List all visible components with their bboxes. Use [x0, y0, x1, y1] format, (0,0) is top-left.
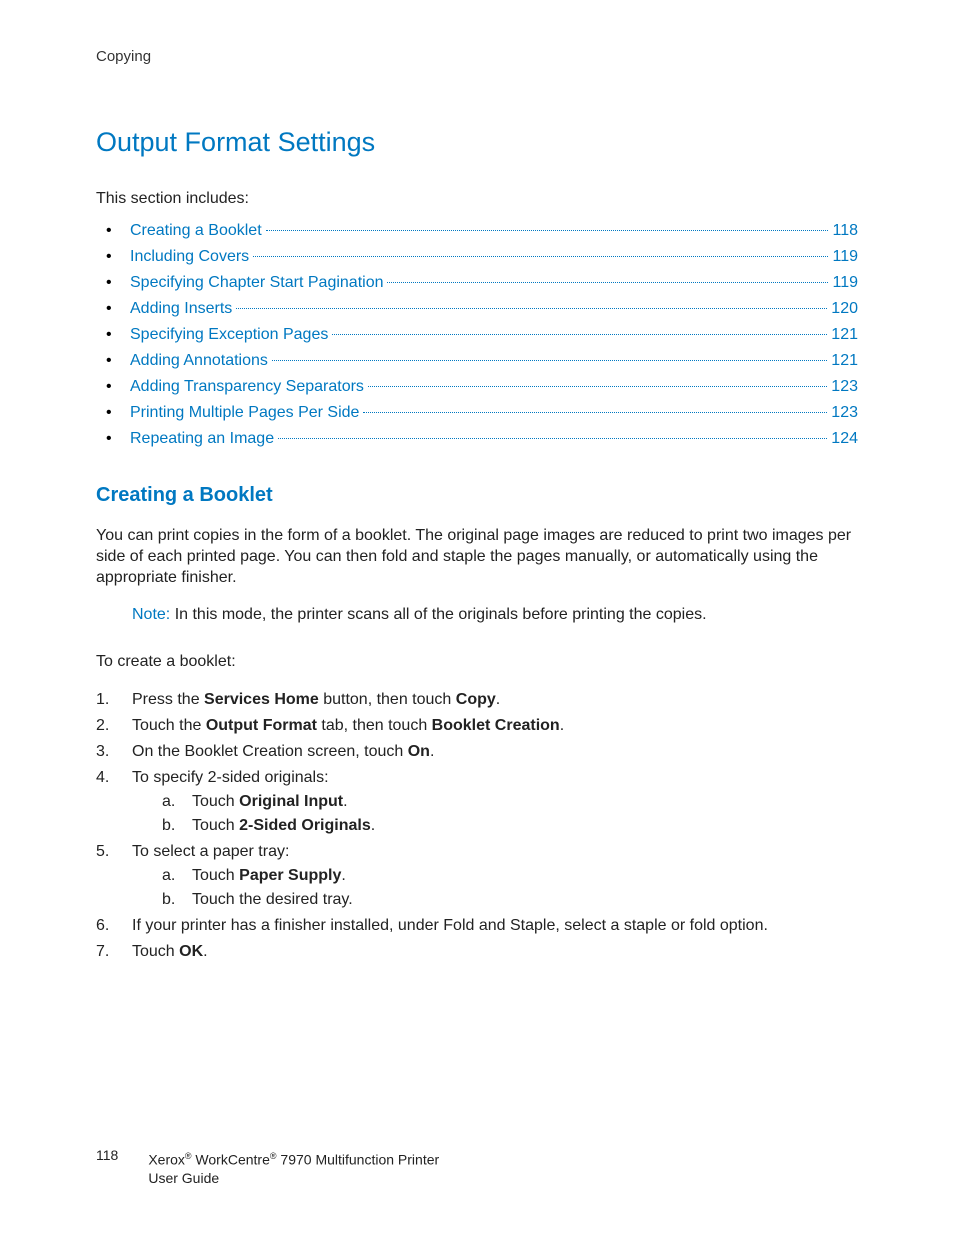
toc-link[interactable]: Adding Transparency Separators: [130, 374, 364, 400]
step-bold: On: [408, 743, 430, 760]
substep-item: Touch 2-Sided Originals.: [162, 814, 858, 838]
step-text: If your printer has a finisher installed…: [132, 917, 768, 934]
toc-item: Creating a Booklet 118: [96, 218, 858, 244]
toc-leader: [368, 386, 827, 387]
step-item: If your printer has a finisher installed…: [96, 914, 858, 938]
step-bold: Services Home: [204, 691, 319, 708]
step-text: Press the: [132, 691, 204, 708]
step-text: Touch the desired tray.: [192, 891, 353, 908]
step-text: Touch: [192, 867, 239, 884]
footer-doc-title: User Guide: [148, 1170, 219, 1186]
step-item: Press the Services Home button, then tou…: [96, 688, 858, 712]
toc-leader: [272, 360, 827, 361]
page-title: Output Format Settings: [96, 127, 858, 158]
step-text: Touch: [132, 943, 179, 960]
ordered-steps: Press the Services Home button, then tou…: [96, 688, 858, 964]
step-item: Touch the Output Format tab, then touch …: [96, 714, 858, 738]
step-text: .: [203, 943, 207, 960]
step-text: Touch the: [132, 717, 206, 734]
footer-page-number: 118: [96, 1147, 118, 1163]
note-block: Note: In this mode, the printer scans al…: [132, 604, 858, 625]
toc-link[interactable]: Including Covers: [130, 244, 249, 270]
toc-item: Specifying Chapter Start Pagination 119: [96, 270, 858, 296]
header-section-label: Copying: [96, 48, 858, 65]
toc-item: Adding Annotations 121: [96, 348, 858, 374]
toc-item: Specifying Exception Pages 121: [96, 322, 858, 348]
registered-mark: ®: [185, 1151, 192, 1161]
toc-link[interactable]: Creating a Booklet: [130, 218, 262, 244]
toc-item: Including Covers 119: [96, 244, 858, 270]
toc-page: 121: [831, 322, 858, 348]
step-bold: Original Input: [239, 793, 343, 810]
body-paragraph: To create a booklet:: [96, 651, 858, 672]
toc-link[interactable]: Specifying Chapter Start Pagination: [130, 270, 383, 296]
toc-leader: [236, 308, 827, 309]
toc-page: 120: [831, 296, 858, 322]
toc-leader: [278, 438, 827, 439]
step-text: tab, then touch: [317, 717, 432, 734]
step-text: On the Booklet Creation screen, touch: [132, 743, 408, 760]
step-bold: Booklet Creation: [432, 717, 560, 734]
step-text: .: [343, 793, 347, 810]
footer: 118 Xerox® WorkCentre® 7970 Multifunctio…: [96, 1147, 439, 1187]
toc-leader: [266, 230, 829, 231]
toc-page: 123: [831, 374, 858, 400]
step-text: button, then touch: [319, 691, 456, 708]
toc-link[interactable]: Printing Multiple Pages Per Side: [130, 400, 359, 426]
toc-leader: [332, 334, 827, 335]
toc-leader: [363, 412, 827, 413]
step-text: .: [496, 691, 500, 708]
step-text: .: [430, 743, 434, 760]
footer-model: 7970 Multifunction Printer: [277, 1152, 440, 1168]
toc-item: Repeating an Image 124: [96, 426, 858, 452]
body-paragraph: You can print copies in the form of a bo…: [96, 525, 858, 588]
note-label: Note:: [132, 606, 170, 623]
step-text: Touch: [192, 817, 239, 834]
step-text: .: [371, 817, 375, 834]
substep-item: Touch the desired tray.: [162, 888, 858, 912]
toc-item: Adding Transparency Separators 123: [96, 374, 858, 400]
step-text: .: [560, 717, 564, 734]
toc-item: Adding Inserts 120: [96, 296, 858, 322]
step-item: Touch OK.: [96, 940, 858, 964]
step-bold: Copy: [456, 691, 496, 708]
step-text: To specify 2-sided originals:: [132, 769, 329, 786]
table-of-contents: Creating a Booklet 118 Including Covers 11…: [96, 218, 858, 452]
toc-page: 119: [832, 244, 858, 270]
subsection-heading: Creating a Booklet: [96, 484, 858, 507]
toc-link[interactable]: Specifying Exception Pages: [130, 322, 328, 348]
step-bold: Paper Supply: [239, 867, 341, 884]
toc-page: 119: [832, 270, 858, 296]
step-bold: OK: [179, 943, 203, 960]
step-item: On the Booklet Creation screen, touch On…: [96, 740, 858, 764]
intro-text: This section includes:: [96, 190, 858, 208]
step-bold: 2-Sided Originals: [239, 817, 371, 834]
footer-product: WorkCentre: [192, 1152, 270, 1168]
toc-page: 121: [831, 348, 858, 374]
toc-page: 118: [832, 218, 858, 244]
substeps: Touch Paper Supply. Touch the desired tr…: [132, 864, 858, 912]
registered-mark: ®: [270, 1151, 277, 1161]
toc-leader: [387, 282, 828, 283]
step-bold: Output Format: [206, 717, 317, 734]
substeps: Touch Original Input. Touch 2-Sided Orig…: [132, 790, 858, 838]
substep-item: Touch Paper Supply.: [162, 864, 858, 888]
toc-leader: [253, 256, 828, 257]
step-item: To select a paper tray: Touch Paper Supp…: [96, 840, 858, 912]
footer-brand: Xerox: [148, 1152, 185, 1168]
toc-link[interactable]: Adding Annotations: [130, 348, 268, 374]
toc-item: Printing Multiple Pages Per Side 123: [96, 400, 858, 426]
step-text: Touch: [192, 793, 239, 810]
toc-page: 123: [831, 400, 858, 426]
step-text: .: [341, 867, 345, 884]
toc-link[interactable]: Repeating an Image: [130, 426, 274, 452]
note-text: In this mode, the printer scans all of t…: [170, 606, 706, 623]
footer-text: Xerox® WorkCentre® 7970 Multifunction Pr…: [148, 1147, 439, 1187]
step-item: To specify 2-sided originals: Touch Orig…: [96, 766, 858, 838]
substep-item: Touch Original Input.: [162, 790, 858, 814]
toc-page: 124: [831, 426, 858, 452]
toc-link[interactable]: Adding Inserts: [130, 296, 232, 322]
step-text: To select a paper tray:: [132, 843, 289, 860]
